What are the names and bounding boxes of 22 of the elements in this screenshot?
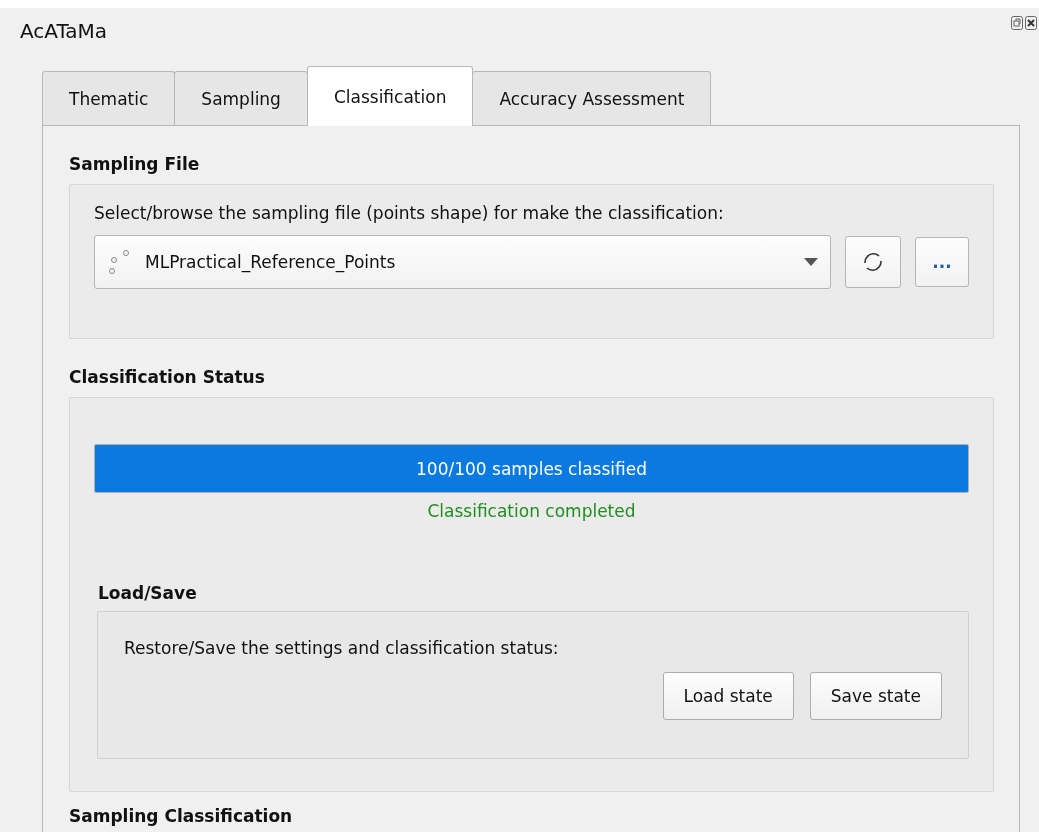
- state-button[interactable]: Load state: [662, 672, 794, 720]
- layer-dropdown[interactable]: MLPractical_Reference_Points: [94, 235, 831, 289]
- section-heading: Sampling File: [69, 154, 201, 174]
- dropdown-arrow-icon: [804, 258, 818, 266]
- window-title: AcATaMa: [20, 19, 108, 43]
- tab[interactable]: Classification: [306, 66, 474, 126]
- tab[interactable]: Sampling: [174, 71, 308, 125]
- refresh-icon: [862, 251, 884, 273]
- state-button[interactable]: Save state: [809, 672, 942, 720]
- tab[interactable]: Accuracy Assessment: [472, 71, 712, 125]
- float-icon[interactable]: [1011, 16, 1023, 30]
- instruction-text: Select/browse the sampling file (points shape) for make the classification:: [94, 203, 725, 223]
- status-text: Classification completed: [426, 501, 637, 521]
- browse-button[interactable]: ...: [915, 237, 969, 287]
- refresh-button[interactable]: [845, 236, 901, 288]
- tab[interactable]: Thematic: [42, 71, 176, 125]
- close-icon[interactable]: [1025, 16, 1037, 30]
- progress-text: 100/100 samples classified: [415, 457, 648, 481]
- instruction-text: Restore/Save the settings and classification status:: [124, 638, 560, 658]
- section-heading: Classification Status: [69, 367, 266, 387]
- section-heading: Sampling Classification: [69, 806, 294, 826]
- section-heading: Load/Save: [98, 583, 198, 603]
